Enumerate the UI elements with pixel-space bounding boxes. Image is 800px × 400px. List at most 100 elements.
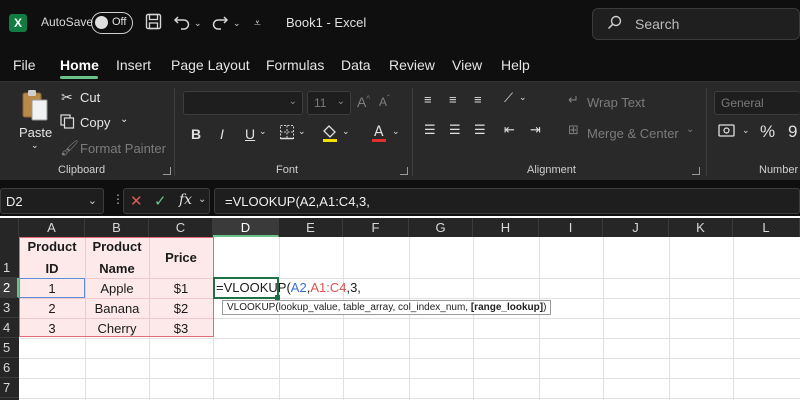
insert-function-icon[interactable]: fx	[179, 192, 192, 208]
column-header-b[interactable]: B	[85, 218, 149, 237]
row-header-4[interactable]: 4	[0, 318, 19, 338]
align-right-icon[interactable]: ☰	[474, 122, 486, 138]
redo-dropdown-icon[interactable]: ⌄	[233, 13, 241, 33]
comma-style-icon[interactable]: 9	[788, 122, 797, 142]
tab-review[interactable]: Review	[389, 57, 435, 73]
italic-button[interactable]: I	[220, 126, 224, 142]
underline-button[interactable]: U	[245, 126, 255, 142]
row-header-5[interactable]: 5	[0, 338, 19, 358]
select-all-corner[interactable]	[0, 218, 19, 237]
accounting-format-icon[interactable]	[718, 122, 738, 144]
font-color-icon[interactable]: A	[370, 123, 388, 147]
borders-dropdown-icon[interactable]: ⌄	[298, 126, 306, 137]
cell-b4[interactable]: Cherry	[85, 318, 149, 338]
cell-c2[interactable]: $1	[149, 278, 213, 298]
align-left-icon[interactable]: ☰	[424, 122, 436, 138]
search-box[interactable]: Search	[592, 8, 800, 40]
worksheet-grid[interactable]: A B C D E F G H I J K L 1 2 3 4 5 6 7 8 …	[0, 216, 800, 400]
orientation-dropdown-icon[interactable]: ⌄	[519, 92, 527, 103]
column-header-i[interactable]: I	[539, 218, 603, 237]
tab-formulas[interactable]: Formulas	[266, 57, 324, 73]
font-size-box[interactable]: 11 ⌄	[307, 91, 351, 115]
font-color-dropdown-icon[interactable]: ⌄	[392, 126, 400, 137]
cell-a4[interactable]: 3	[19, 318, 85, 338]
function-args-tooltip[interactable]: VLOOKUP(lookup_value, table_array, col_i…	[222, 300, 552, 315]
number-format-box[interactable]: General	[714, 91, 800, 115]
clipboard-launcher-icon[interactable]	[163, 167, 171, 175]
decrease-indent-icon[interactable]: ⇤	[504, 122, 515, 138]
column-header-d[interactable]: D	[213, 218, 279, 237]
copy-dropdown-icon[interactable]: ⌄	[120, 114, 128, 125]
percent-style-icon[interactable]: %	[760, 122, 775, 142]
cell-b2[interactable]: Apple	[85, 278, 149, 298]
underline-dropdown-icon[interactable]: ⌄	[259, 126, 267, 137]
save-icon[interactable]	[145, 13, 162, 35]
increase-indent-icon[interactable]: ⇥	[530, 122, 541, 138]
middle-align-icon[interactable]: ≡	[449, 92, 457, 107]
paste-dropdown-icon[interactable]: ⌄	[31, 140, 39, 151]
tab-insert[interactable]: Insert	[116, 57, 151, 73]
confirm-entry-icon[interactable]: ✓	[154, 192, 167, 210]
cut-icon[interactable]: ✂	[61, 89, 73, 106]
column-header-c[interactable]: C	[149, 218, 213, 237]
column-header-f[interactable]: F	[343, 218, 409, 237]
tab-view[interactable]: View	[452, 57, 482, 73]
cell-d2-formula[interactable]: =VLOOKUP(A2,A1:C4,3,	[216, 280, 361, 295]
fill-color-icon[interactable]	[321, 123, 339, 147]
gridline	[19, 358, 800, 359]
tab-data[interactable]: Data	[341, 57, 371, 73]
fx-dropdown-icon[interactable]: ⌄	[198, 194, 206, 205]
redo-icon[interactable]	[211, 13, 229, 35]
bottom-align-icon[interactable]: ≡	[474, 92, 482, 107]
tab-file[interactable]: File	[13, 57, 36, 73]
font-launcher-icon[interactable]	[400, 167, 408, 175]
cell-a3[interactable]: 2	[19, 298, 85, 318]
row-header-7[interactable]: 7	[0, 378, 19, 398]
copy-icon[interactable]	[60, 114, 75, 133]
undo-icon[interactable]	[173, 13, 191, 35]
formula-input[interactable]: =VLOOKUP(A2,A1:C4,3,	[214, 188, 800, 214]
gridline	[19, 338, 800, 339]
fill-color-dropdown-icon[interactable]: ⌄	[342, 126, 350, 137]
borders-icon[interactable]	[279, 124, 295, 144]
column-header-k[interactable]: K	[669, 218, 733, 237]
accounting-dropdown-icon[interactable]: ⌄	[742, 125, 750, 136]
autosave-label: AutoSave	[41, 15, 94, 29]
alignment-launcher-icon[interactable]	[692, 167, 700, 175]
cell-a1[interactable]: Product ID	[19, 237, 85, 278]
column-header-e[interactable]: E	[279, 218, 343, 237]
column-header-j[interactable]: J	[603, 218, 669, 237]
paste-icon[interactable]	[20, 88, 50, 126]
column-header-a[interactable]: A	[19, 218, 85, 237]
tab-page-layout[interactable]: Page Layout	[171, 57, 250, 73]
align-center-icon[interactable]: ☰	[449, 122, 461, 138]
cell-c3[interactable]: $2	[149, 298, 213, 318]
row-header-3[interactable]: 3	[0, 298, 19, 318]
row-header-1[interactable]: 1	[0, 237, 19, 278]
undo-dropdown-icon[interactable]: ⌄	[194, 13, 202, 33]
autosave-toggle[interactable]: Off	[91, 12, 133, 34]
cut-button[interactable]: Cut	[80, 90, 100, 105]
customize-quick-access-icon[interactable]: ⩡	[254, 13, 261, 33]
cell-c4[interactable]: $3	[149, 318, 213, 338]
format-painter-button: Format Painter	[80, 141, 166, 156]
cell-c1[interactable]: Price	[149, 237, 213, 278]
cell-b3[interactable]: Banana	[85, 298, 149, 318]
font-name-box[interactable]: ⌄	[183, 91, 303, 115]
top-align-icon[interactable]: ≡	[424, 92, 432, 107]
name-box[interactable]: D2 ⌄	[0, 188, 104, 214]
row-header-6[interactable]: 6	[0, 358, 19, 378]
bold-button[interactable]: B	[191, 126, 201, 142]
column-header-l[interactable]: L	[733, 218, 800, 237]
column-header-g[interactable]: G	[409, 218, 473, 237]
cancel-entry-icon[interactable]: ✕	[130, 192, 143, 210]
tab-home[interactable]: Home	[60, 57, 99, 73]
paste-button[interactable]: Paste	[19, 125, 52, 140]
row-header-2[interactable]: 2	[0, 278, 19, 298]
cell-a2[interactable]: 1	[19, 278, 85, 298]
orientation-icon[interactable]: ⟋	[504, 90, 513, 106]
tab-help[interactable]: Help	[501, 57, 530, 73]
column-header-h[interactable]: H	[473, 218, 539, 237]
cell-b1[interactable]: Product Name	[85, 237, 149, 278]
copy-button[interactable]: Copy	[80, 115, 110, 130]
